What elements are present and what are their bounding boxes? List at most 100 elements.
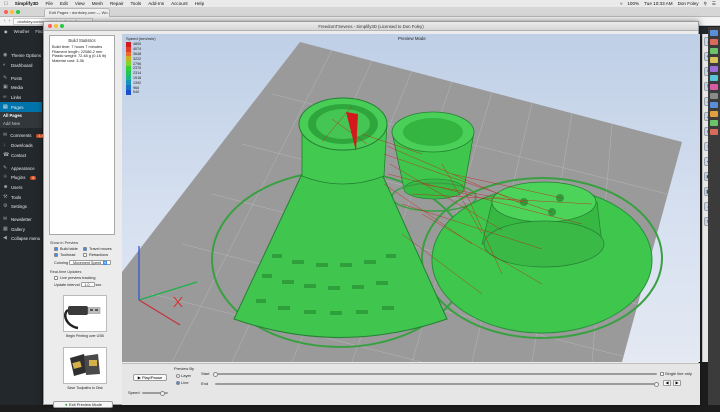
live-tracking-row[interactable]: Live preview tracking <box>54 276 95 280</box>
user-name[interactable]: Don Foley <box>678 1 699 6</box>
back-icon[interactable]: ‹ <box>4 18 6 24</box>
minimize-icon[interactable] <box>10 10 14 14</box>
legend-row: 540 <box>126 89 156 95</box>
speed-legend: Speed (mm/min) 4800 4074 3648 3222 2796 2370 2… <box>126 36 156 95</box>
coloring-select[interactable]: Movement Speed ▾ <box>69 260 112 265</box>
dock-app-icon[interactable] <box>710 66 718 72</box>
browser-tab[interactable]: Edit Pages ‹ donfoley.com — Wo… <box>44 8 110 17</box>
comment-icon: ✉ <box>3 132 8 139</box>
build-table-checkbox-row[interactable]: Build table <box>54 247 78 251</box>
usb-print-button[interactable] <box>63 295 107 332</box>
dock-app-icon[interactable] <box>710 111 718 117</box>
menu-tools[interactable]: Tools <box>130 1 141 6</box>
sidebar-item-tools[interactable]: ⚒ Tools <box>0 192 42 202</box>
apple-icon[interactable]:  <box>4 1 8 7</box>
single-line-checkbox[interactable] <box>660 371 664 376</box>
sidebar-subitem-all-pages[interactable]: All Pages <box>0 112 42 121</box>
sd-save-caption: Save Toolpaths to Disk <box>67 386 103 390</box>
layer-radio-row[interactable]: Layer <box>176 373 191 378</box>
travel-moves-checkbox-row[interactable]: Travel moves <box>83 247 112 251</box>
toolhead-checkbox[interactable] <box>54 253 58 257</box>
sidebar-item-comments[interactable]: ✉Comments4,874 <box>0 131 50 141</box>
menu-mesh[interactable]: Mesh <box>92 1 103 6</box>
sidebar-item-gallery[interactable]: ▦ Gallery <box>0 224 42 234</box>
preview-viewport[interactable]: Preview Mode Speed (mm/min) 4800 4074 3648… <box>122 34 700 362</box>
dock-app-icon[interactable] <box>710 48 718 54</box>
single-line-row[interactable]: Single line only <box>660 371 692 376</box>
live-tracking-checkbox[interactable] <box>54 276 58 280</box>
dock-app-icon[interactable] <box>710 75 718 81</box>
menu-help[interactable]: Help <box>195 1 204 6</box>
travel-moves-checkbox[interactable] <box>83 247 87 251</box>
retractions-label: Retractions <box>89 253 109 257</box>
sidebar-item-newsletter[interactable]: ✉ Newsletter <box>0 215 42 225</box>
sidebar-item-plugins[interactable]: ⚛ Plugins 6 <box>0 173 42 183</box>
end-slider[interactable] <box>215 383 657 385</box>
sidebar-item-theme-options[interactable]: ◉ Theme Options <box>0 51 42 61</box>
menu-account[interactable]: Account <box>171 1 188 6</box>
start-slider-knob[interactable] <box>213 371 218 377</box>
dock-app-icon[interactable] <box>710 30 718 36</box>
menu-repair[interactable]: Repair <box>110 1 124 6</box>
wp-bar-item-weather[interactable]: Weather <box>14 29 30 34</box>
sidebar-item-label: Gallery <box>11 226 25 232</box>
menu-edit[interactable]: Edit <box>60 1 68 6</box>
start-slider[interactable] <box>215 373 657 375</box>
menu-app-name[interactable]: Simplify3D <box>15 1 39 6</box>
realtime-updates-label: Real-time Updates <box>50 270 82 274</box>
sidebar-item-links[interactable]: ∞ Links <box>0 93 42 103</box>
sidebar-item-settings[interactable]: ⚙ Settings <box>0 202 42 212</box>
forward-icon[interactable]: › <box>9 18 11 24</box>
play-pause-button[interactable]: ▶ Play/Pause <box>133 374 167 381</box>
speed-slider-knob[interactable] <box>160 390 165 396</box>
zoom-icon[interactable] <box>16 10 20 14</box>
step-forward-button[interactable]: ▶ <box>673 380 681 386</box>
menubar:  Simplify3D File Edit View Mesh Repair … <box>0 0 720 7</box>
sidebar-item-media[interactable]: ▣ Media <box>0 83 42 93</box>
retractions-checkbox-row[interactable]: Retractions <box>83 253 108 257</box>
sidebar-item-dashboard[interactable]: ◐ Dashboard <box>0 61 42 71</box>
end-slider-knob[interactable] <box>654 381 659 387</box>
sidebar-item-appearance[interactable]: ✎ Appearance <box>0 163 42 173</box>
sidebar-item-collapse[interactable]: ◀ Collapse menu <box>0 234 42 244</box>
close-icon[interactable] <box>4 10 8 14</box>
dock-app-icon[interactable] <box>710 120 718 126</box>
sidebar-item-users[interactable]: ☻ Users <box>0 183 42 193</box>
clock[interactable]: Tue 10:33 AM <box>644 1 672 6</box>
step-back-button[interactable]: ◀ <box>663 380 671 386</box>
close-icon[interactable] <box>48 24 52 28</box>
menu-add-ins[interactable]: Add-Ins <box>148 1 164 6</box>
retractions-checkbox[interactable] <box>83 253 87 257</box>
dock-app-icon[interactable] <box>710 129 718 135</box>
sidebar-item-downloads[interactable]: ↓ Downloads <box>0 141 42 151</box>
dock-app-icon[interactable] <box>710 93 718 99</box>
line-label: Line <box>181 380 189 385</box>
minimize-icon[interactable] <box>54 24 58 28</box>
zoom-icon[interactable] <box>60 24 64 28</box>
menu-file[interactable]: File <box>46 1 53 6</box>
wifi-icon[interactable]: ≈ <box>620 1 623 6</box>
line-radio[interactable] <box>176 380 180 385</box>
sidebar-subitem-add-new[interactable]: Add New <box>0 120 42 129</box>
sd-save-button[interactable] <box>63 347 107 384</box>
menu-view[interactable]: View <box>75 1 85 6</box>
update-interval-input[interactable]: 1.0 <box>80 282 95 287</box>
toolhead-checkbox-row[interactable]: Toolhead <box>54 253 75 257</box>
battery-label[interactable]: 100% <box>627 1 639 6</box>
layer-radio[interactable] <box>176 373 180 378</box>
preview-controls: ▶ Play/Pause Speed Preview By Layer Line… <box>122 363 700 405</box>
sidebar-item-posts[interactable]: ✎ Posts <box>0 73 42 83</box>
dock-app-icon[interactable] <box>710 84 718 90</box>
sidebar-item-pages[interactable]: ▤ Pages <box>0 102 42 113</box>
list-icon[interactable]: ☰ <box>712 1 716 7</box>
sidebar-item-contact[interactable]: ☎ Contact <box>0 151 42 161</box>
sidebar-item-label: Media <box>11 85 23 91</box>
line-radio-row[interactable]: Line <box>176 380 189 385</box>
dock-app-icon[interactable] <box>710 57 718 63</box>
sidebar-item-label: Contact <box>11 152 27 158</box>
dock-app-icon[interactable] <box>710 102 718 108</box>
dock-app-icon[interactable] <box>710 39 718 45</box>
wp-logo-icon[interactable]: ◉ <box>4 29 8 34</box>
build-table-checkbox[interactable] <box>54 247 58 251</box>
search-icon[interactable]: ⚲ <box>704 1 707 7</box>
